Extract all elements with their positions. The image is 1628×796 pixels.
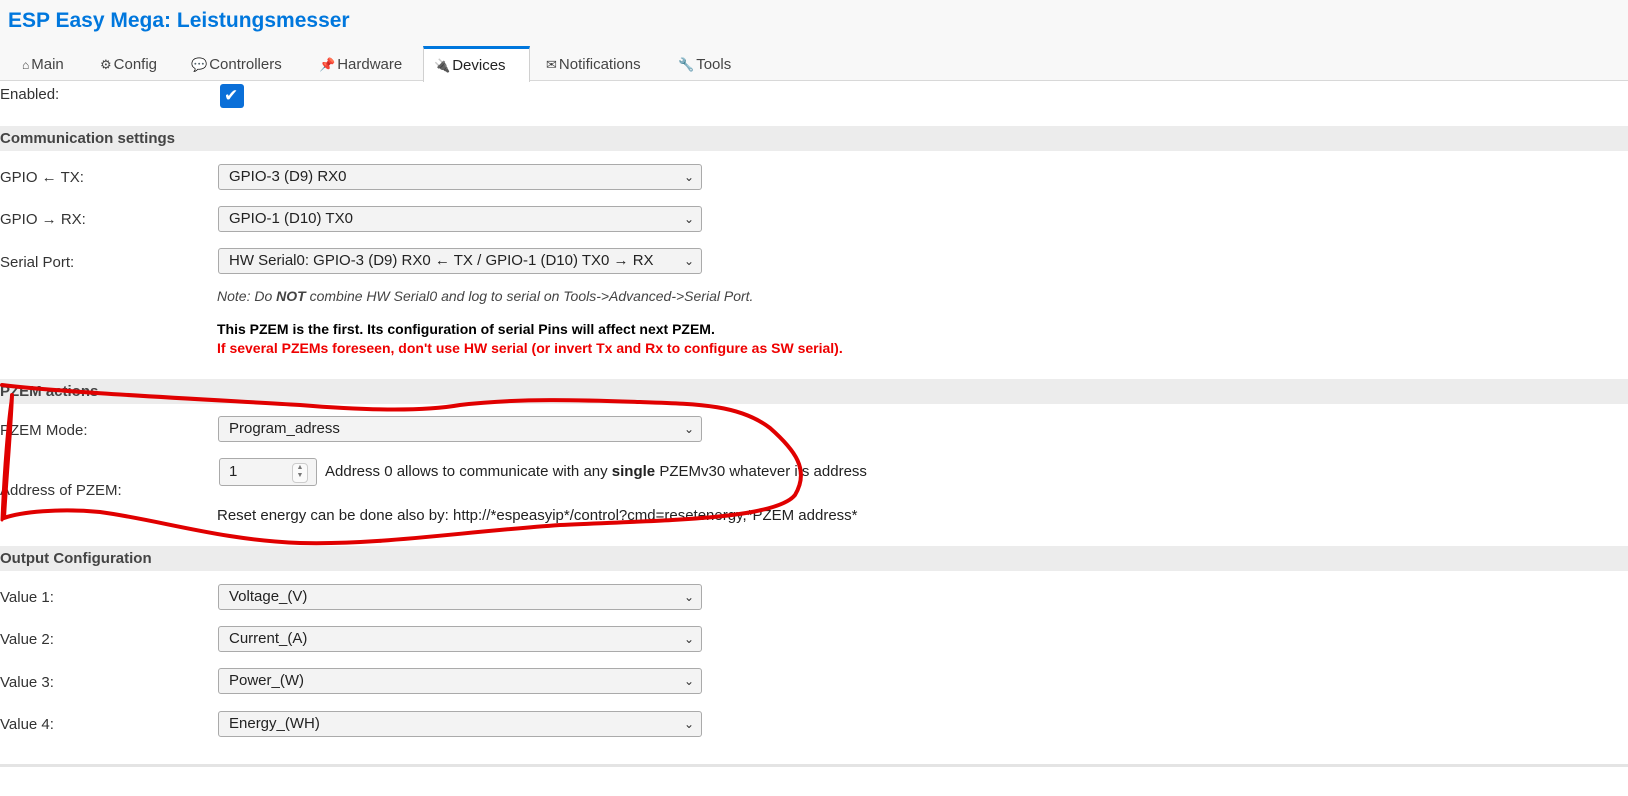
checkmark-icon: ✔ — [224, 86, 239, 105]
plug-icon: 🔌 — [434, 58, 451, 73]
select-value: GPIO-3 (D9) RX0 — [229, 168, 347, 185]
select-value: HW Serial0: GPIO-3 (D9) RX0 ← TX / GPIO-… — [229, 252, 654, 269]
header-bar: ESP Easy Mega: Leistungsmesser ⌂ Main ⚙ Co… — [0, 0, 1628, 82]
value-4-select[interactable]: Energy_(WH) ⌄ — [218, 711, 702, 737]
tab-tools[interactable]: 🔧 Tools — [668, 46, 741, 80]
value-3-label: Value 3: — [0, 674, 54, 691]
section-output-configuration: Output Configuration — [0, 546, 1628, 571]
chevron-down-icon: ⌄ — [683, 212, 694, 226]
select-value: Energy_(WH) — [229, 715, 320, 732]
tab-hardware[interactable]: 📌 Hardware — [309, 46, 412, 80]
section-pzem-actions: PZEM actions — [0, 379, 1628, 404]
enabled-label: Enabled: — [0, 86, 60, 103]
note-suffix: combine HW Serial0 and log to serial on … — [305, 288, 754, 304]
select-value: Program_adress — [229, 420, 340, 437]
value-4-label: Value 4: — [0, 716, 54, 733]
footer-divider — [0, 764, 1628, 767]
select-value: Voltage_(V) — [229, 588, 308, 605]
tab-controllers[interactable]: 💬 Controllers — [181, 46, 292, 80]
tab-devices[interactable]: 🔌 Devices — [423, 46, 530, 82]
section-communication-settings: Communication settings — [0, 126, 1628, 151]
hw-serial-warning: If several PZEMs foreseen, don't use HW … — [217, 340, 843, 356]
gpio-tx-label: GPIO ← TX: — [0, 169, 84, 186]
value-2-select[interactable]: Current_(A) ⌄ — [218, 626, 702, 652]
chevron-down-icon: ⌄ — [683, 632, 694, 646]
spinner-down-icon: ▼ — [296, 472, 304, 479]
serial-port-select[interactable]: HW Serial0: GPIO-3 (D9) RX0 ← TX / GPIO-… — [218, 248, 702, 274]
wrench-icon: 🔧 — [678, 57, 695, 72]
chat-icon: 💬 — [191, 57, 208, 72]
app-title: ESP Easy Mega: Leistungsmesser — [8, 9, 350, 32]
chevron-down-icon: ⌄ — [683, 590, 694, 604]
chevron-down-icon: ⌄ — [683, 170, 694, 184]
select-value: Current_(A) — [229, 630, 308, 647]
tab-notifications[interactable]: ✉ Notifications — [536, 46, 651, 80]
tab-main[interactable]: ⌂ Main — [12, 46, 74, 80]
tab-label: Main — [31, 56, 64, 73]
value-2-label: Value 2: — [0, 631, 54, 648]
serial-port-label: Serial Port: — [0, 254, 75, 271]
number-spinner[interactable]: ▲ ▼ — [292, 463, 308, 483]
pin-icon: 📌 — [319, 57, 336, 72]
mail-icon: ✉ — [546, 57, 557, 72]
note-bold: NOT — [276, 288, 306, 304]
reset-energy-text: Reset energy can be done also by: http:/… — [217, 507, 858, 524]
select-value: GPIO-1 (D10) TX0 — [229, 210, 353, 227]
gpio-tx-select[interactable]: GPIO-3 (D9) RX0 ⌄ — [218, 164, 702, 190]
gpio-rx-label: GPIO → RX: — [0, 211, 86, 228]
chevron-down-icon: ⌄ — [683, 254, 694, 268]
pzem-address-label: Address of PZEM: — [0, 482, 122, 499]
value-1-select[interactable]: Voltage_(V) ⌄ — [218, 584, 702, 610]
pzem-address-input[interactable]: 1 ▲ ▼ — [219, 458, 317, 486]
tab-label: Config — [113, 56, 158, 73]
tab-config[interactable]: ⚙ Config — [90, 46, 167, 80]
value-3-select[interactable]: Power_(W) ⌄ — [218, 668, 702, 694]
tab-label: Tools — [696, 56, 732, 73]
hint-suffix: PZEMv30 whatever its address — [655, 463, 867, 480]
tab-label: Hardware — [337, 56, 403, 73]
chevron-down-icon: ⌄ — [683, 717, 694, 731]
home-icon: ⌂ — [22, 58, 30, 72]
enabled-checkbox[interactable]: ✔ — [220, 84, 244, 108]
first-pzem-message: This PZEM is the first. Its configuratio… — [217, 321, 715, 337]
hint-prefix: Address 0 allows to communicate with any — [325, 463, 612, 480]
tab-label: Controllers — [209, 56, 282, 73]
chevron-down-icon: ⌄ — [683, 674, 694, 688]
chevron-down-icon: ⌄ — [683, 422, 694, 436]
gpio-rx-select[interactable]: GPIO-1 (D10) TX0 ⌄ — [218, 206, 702, 232]
tab-label: Notifications — [558, 56, 641, 73]
hint-bold: single — [611, 463, 656, 480]
input-value: 1 — [229, 463, 238, 480]
spinner-up-icon: ▲ — [296, 464, 304, 471]
value-1-label: Value 1: — [0, 589, 54, 606]
note-prefix: Note: Do — [217, 288, 277, 304]
select-value: Power_(W) — [229, 672, 305, 689]
address-hint: Address 0 allows to communicate with any… — [325, 463, 867, 480]
gear-icon: ⚙ — [100, 57, 112, 72]
pzem-mode-label: PZEM Mode: — [0, 422, 88, 439]
serial-note: Note: Do NOT combine HW Serial0 and log … — [217, 288, 753, 304]
tab-label: Devices — [452, 57, 506, 74]
pzem-mode-select[interactable]: Program_adress ⌄ — [218, 416, 702, 442]
